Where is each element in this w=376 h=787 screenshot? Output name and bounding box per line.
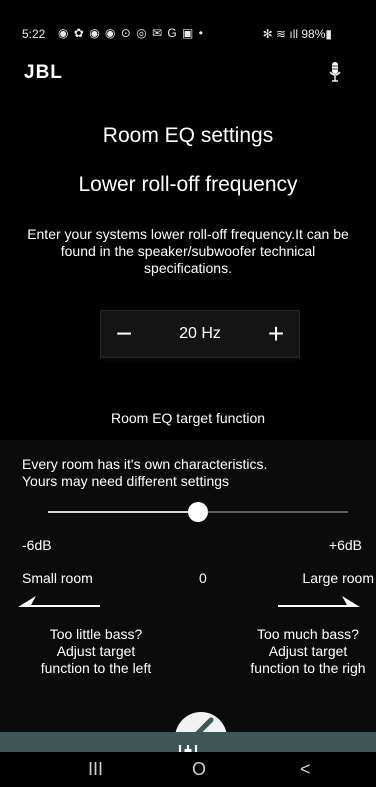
slider-min-label: -6dB	[22, 537, 52, 553]
slider-fill	[48, 511, 198, 513]
hint-right-line-1: Too much bass?	[257, 626, 359, 642]
back-button[interactable]: <	[300, 759, 311, 780]
arrow-right-icon	[278, 596, 360, 607]
eq-target-heading: Room EQ target function	[110, 410, 266, 426]
status-bar: 5:22 ◉ ✿ ◉ ◉ ⊙ ◎ ✉ G ▣ • ✻ ≋ ıll 98%▮	[0, 0, 376, 41]
hint-right-line-2: Adjust target	[268, 643, 348, 659]
page-title: Room EQ settings	[102, 124, 274, 147]
room-description-line-2: Yours may need different settings	[22, 473, 230, 489]
section-description: Enter your systems lower roll-off freque…	[27, 226, 349, 276]
room-description: Every room has it's own characteristics.…	[22, 456, 362, 490]
target-function-slider[interactable]	[48, 502, 348, 522]
section-title: Lower roll-off frequency	[78, 173, 298, 196]
frequency-value: 20 Hz	[179, 325, 221, 342]
system-status-icons: ✻ ≋ ıll 98%▮	[262, 27, 332, 41]
hint-right-line-3: function to the righ	[250, 660, 366, 676]
decrement-button[interactable]: −	[101, 311, 147, 357]
frequency-stepper: − 20 Hz +	[100, 310, 300, 358]
slider-center-value: 0	[199, 570, 207, 586]
jbl-logo: JBL	[24, 62, 63, 83]
increment-button[interactable]: +	[253, 311, 299, 357]
arrow-left-icon	[18, 596, 100, 607]
recents-button[interactable]: III	[88, 759, 103, 780]
hint-too-little-bass: Too little bass? Adjust target function …	[22, 626, 170, 677]
hint-left-line-2: Adjust target	[56, 643, 136, 659]
system-nav-bar: III O <	[0, 752, 376, 787]
hint-left-line-3: function to the left	[40, 660, 152, 676]
eq-target-panel: Every room has it's own characteristics.…	[0, 440, 376, 764]
room-description-line-1: Every room has it's own characteristics.	[22, 456, 268, 472]
large-room-label: Large room	[302, 570, 374, 586]
status-time: 5:22	[22, 27, 46, 41]
slider-max-label: +6dB	[328, 537, 362, 553]
plus-icon: +	[267, 318, 285, 349]
home-button[interactable]: O	[192, 759, 206, 780]
small-room-label: Small room	[22, 570, 93, 586]
hint-too-much-bass: Too much bass? Adjust target function to…	[240, 626, 376, 677]
microphone-icon[interactable]	[328, 60, 342, 88]
slider-thumb[interactable]	[188, 502, 208, 522]
app-header: JBL	[0, 56, 376, 96]
hint-left-line-1: Too little bass?	[49, 626, 143, 642]
notification-icons: ◉ ✿ ◉ ◉ ⊙ ◎ ✉ G ▣ •	[58, 26, 204, 40]
minus-icon: −	[115, 318, 133, 349]
